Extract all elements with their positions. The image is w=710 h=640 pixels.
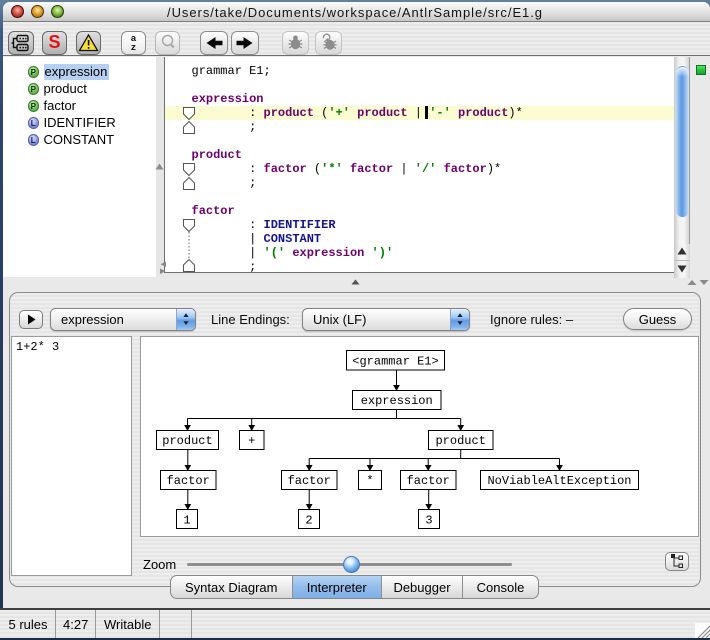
svg-text:product: product — [435, 434, 485, 448]
svg-text:NoViableAltException: NoViableAltException — [487, 474, 631, 488]
svg-text:*: * — [366, 474, 373, 488]
svg-text:product: product — [162, 434, 212, 448]
svg-text:expression: expression — [361, 394, 433, 408]
svg-text:<grammar E1>: <grammar E1> — [352, 355, 438, 369]
svg-text:3: 3 — [425, 514, 432, 528]
svg-text:factor: factor — [407, 474, 450, 488]
svg-text:factor: factor — [288, 474, 331, 488]
svg-text:factor: factor — [167, 474, 210, 488]
svg-text:+: + — [248, 434, 255, 448]
svg-text:2: 2 — [305, 514, 312, 528]
svg-text:1: 1 — [183, 514, 190, 528]
